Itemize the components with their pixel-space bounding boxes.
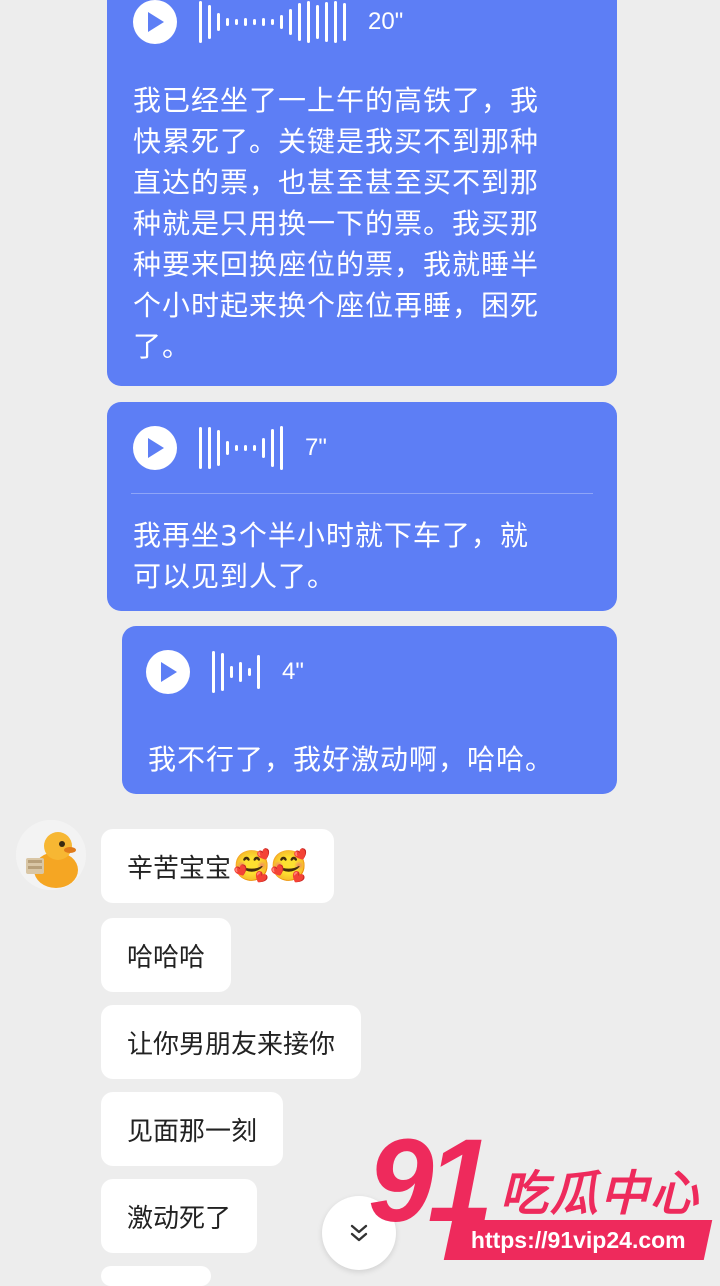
voice-message-bubble[interactable]: 7" 我再坐3个半小时就下车了，就 可以见到人了。 xyxy=(107,402,617,611)
message-text: 激动死了 xyxy=(127,1203,232,1234)
play-icon[interactable] xyxy=(133,0,177,44)
message-text: 哈哈哈 xyxy=(127,942,206,973)
watermark-brand: 吃瓜中心 xyxy=(500,1166,701,1222)
incoming-message-bubble[interactable]: 让你男朋友来接你 xyxy=(101,1005,362,1079)
incoming-message-bubble xyxy=(101,1266,211,1286)
play-icon[interactable] xyxy=(133,426,177,470)
voice-duration: 7" xyxy=(305,434,327,461)
message-text: 让你男朋友来接你 xyxy=(127,1029,336,1060)
transcript-text: 我再坐3个半小时就下车了，就 可以见到人了。 xyxy=(133,519,529,593)
message-text: 见面那一刻 xyxy=(127,1116,258,1147)
voice-duration: 4" xyxy=(282,658,304,685)
voice-duration: 20" xyxy=(368,8,404,35)
duck-avatar-icon xyxy=(16,820,86,890)
message-text: 辛苦宝宝 xyxy=(127,853,232,884)
incoming-message-bubble[interactable]: 哈哈哈 xyxy=(101,918,232,992)
voice-player: 7" xyxy=(133,426,327,470)
incoming-message-bubble[interactable]: 辛苦宝宝 🥰🥰 xyxy=(101,829,334,903)
waveform-icon xyxy=(199,1,352,43)
divider xyxy=(131,493,593,494)
contact-avatar[interactable] xyxy=(16,820,86,890)
incoming-message-bubble[interactable]: 见面那一刻 xyxy=(101,1092,284,1166)
transcript-text: 我不行了，我好激动啊，哈哈。 xyxy=(148,743,555,776)
play-icon[interactable] xyxy=(146,650,190,694)
voice-player: 4" xyxy=(146,650,304,694)
watermark-url: https://91vip24.com xyxy=(443,1220,713,1260)
waveform-icon xyxy=(199,426,289,470)
hug-emoji-icon: 🥰🥰 xyxy=(233,848,308,884)
voice-player: 20" xyxy=(133,0,403,44)
watermark: 91 吃瓜中心 https://91vip24.com xyxy=(368,1122,714,1272)
voice-message-bubble[interactable]: 4" 我不行了，我好激动啊，哈哈。 xyxy=(122,626,617,794)
double-chevron-down-icon xyxy=(350,1224,368,1242)
voice-message-bubble[interactable]: 20" 我已经坐了一上午的高铁了，我 快累死了。关键是我买不到那种 直达的票，也… xyxy=(107,0,617,386)
transcript-text: 我已经坐了一上午的高铁了，我 快累死了。关键是我买不到那种 直达的票，也甚至甚至… xyxy=(133,84,540,363)
waveform-icon xyxy=(212,651,266,693)
incoming-message-bubble[interactable]: 激动死了 xyxy=(101,1179,258,1253)
